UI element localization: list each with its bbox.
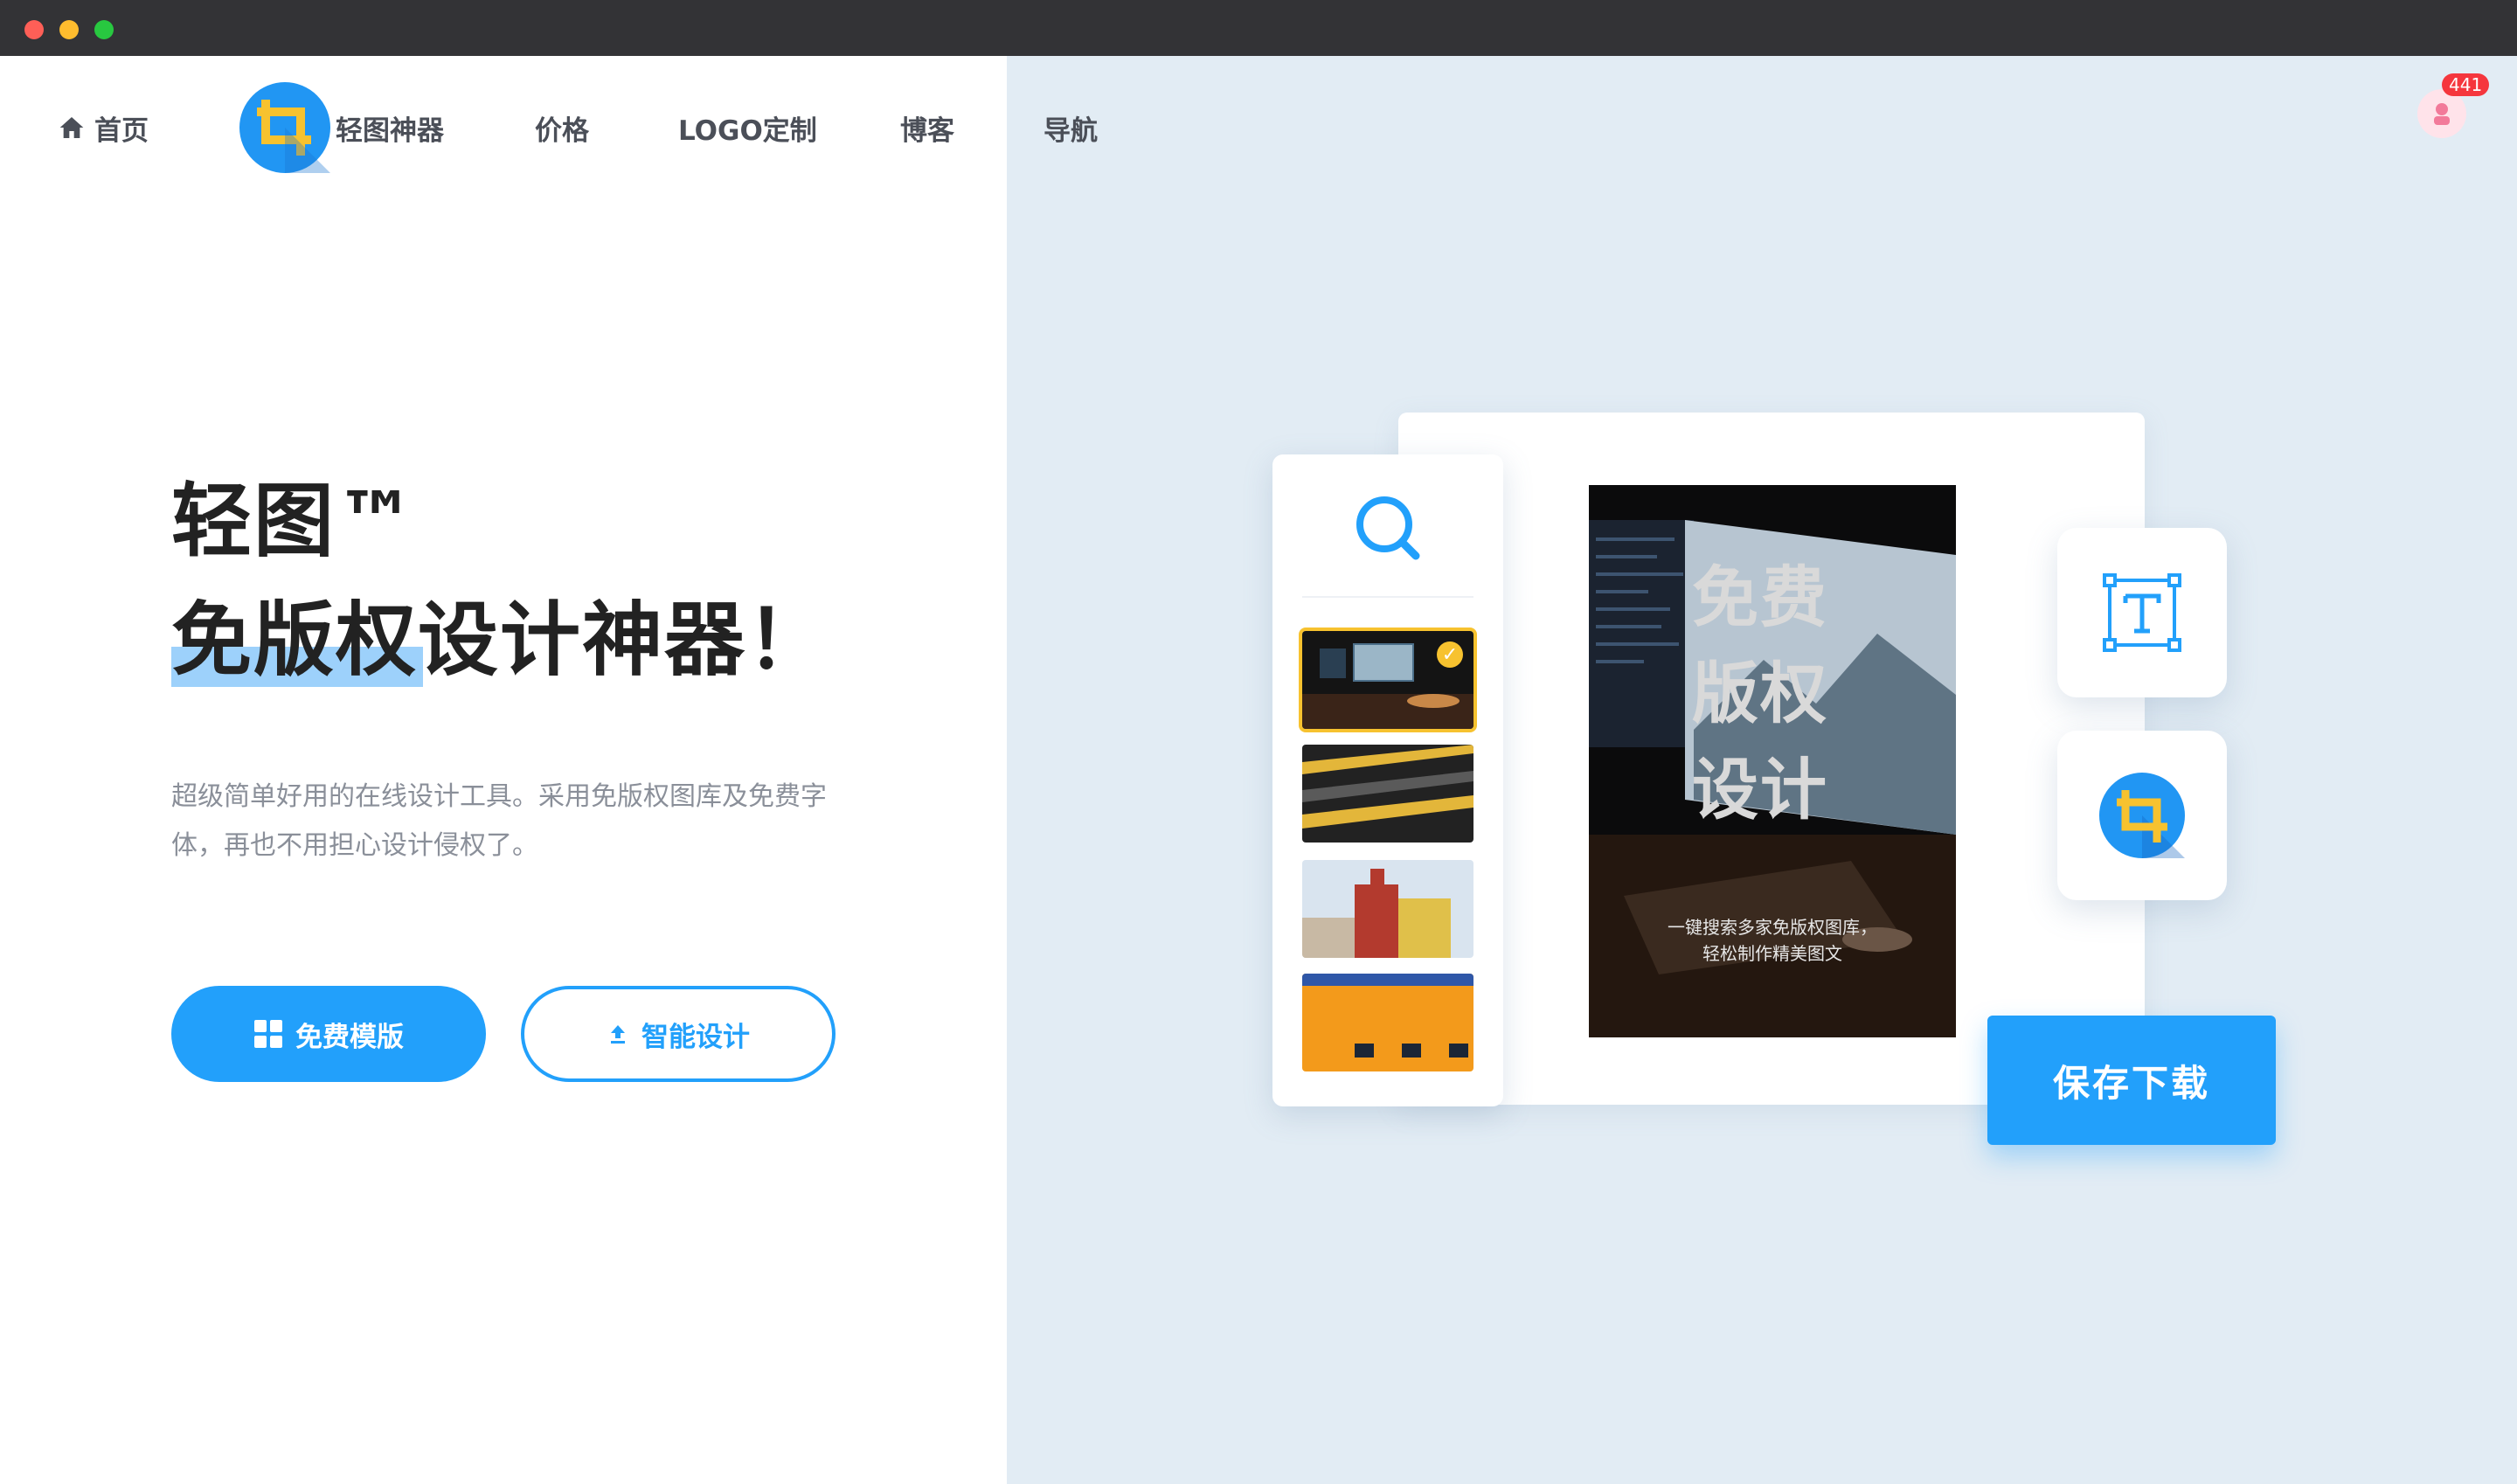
panel-divider xyxy=(1302,596,1473,598)
nav-blog-label: 博客 xyxy=(900,114,954,147)
upload-icon xyxy=(611,1025,625,1044)
maximize-window-button[interactable] xyxy=(94,20,114,39)
user-avatar[interactable] xyxy=(2417,89,2466,138)
text-tool-card[interactable] xyxy=(2057,528,2227,697)
nav-home[interactable]: 首页 xyxy=(58,110,149,147)
window-titlebar xyxy=(0,0,2517,56)
hero-description: 超级简单好用的在线设计工具。采用免版权图库及免费字体，再也不用担心设计侵权了。 xyxy=(171,781,827,861)
crop-icon xyxy=(257,100,330,173)
thumbnail-orange-wall[interactable] xyxy=(1302,974,1473,1071)
poster-subtitle-line1: 一键搜索多家免版权图库， xyxy=(1668,917,1877,938)
nav-brand[interactable]: 轻图神器 xyxy=(336,110,444,147)
free-templates-button[interactable]: 免费模版 xyxy=(171,986,486,1082)
smart-design-button[interactable]: 智能设计 xyxy=(521,986,836,1082)
nav-guide[interactable]: 导航 xyxy=(1044,110,1098,147)
crop-tool-card[interactable] xyxy=(2057,731,2227,900)
poster-title-line2: 版权 xyxy=(1692,655,1828,732)
left-panel xyxy=(0,56,1007,1484)
text-frame-icon xyxy=(2103,573,2181,652)
free-templates-label: 免费模版 xyxy=(295,1021,404,1053)
selected-check-icon: ✓ xyxy=(1437,641,1463,668)
nav-brand-label: 轻图神器 xyxy=(336,114,444,147)
nav-blog[interactable]: 博客 xyxy=(900,110,954,147)
poster-title-line1: 免费 xyxy=(1692,558,1828,636)
grid-icon xyxy=(254,1020,282,1048)
poster-subtitle-line2: 轻松制作精美图文 xyxy=(1702,943,1842,964)
close-window-button[interactable] xyxy=(24,20,44,39)
smart-design-label: 智能设计 xyxy=(641,1021,750,1053)
save-download-button[interactable]: 保存下载 xyxy=(1987,1016,2276,1145)
home-icon xyxy=(59,117,84,138)
nav-home-label: 首页 xyxy=(94,114,149,147)
search-icon[interactable] xyxy=(1349,489,1426,566)
hero-title-line1: 轻图™ xyxy=(171,475,419,568)
nav-guide-label: 导航 xyxy=(1044,114,1098,147)
nav-pricing-label: 价格 xyxy=(535,114,589,147)
thumbnail-castle[interactable] xyxy=(1302,860,1473,958)
crop-icon xyxy=(2099,773,2185,858)
poster-title-line3: 设计 xyxy=(1692,751,1828,829)
hero-title-line2: 免版权设计神器！ xyxy=(171,593,829,687)
nav-pricing[interactable]: 价格 xyxy=(535,110,589,147)
nav-logo-custom-label: LOGO定制 xyxy=(678,114,817,147)
brand-logo[interactable] xyxy=(239,82,330,173)
thumbnail-road[interactable] xyxy=(1302,745,1473,843)
minimize-window-button[interactable] xyxy=(59,20,79,39)
notification-badge: 441 xyxy=(2442,73,2490,96)
nav-logo-custom[interactable]: LOGO定制 xyxy=(678,110,817,147)
avatar-icon xyxy=(2434,103,2450,125)
